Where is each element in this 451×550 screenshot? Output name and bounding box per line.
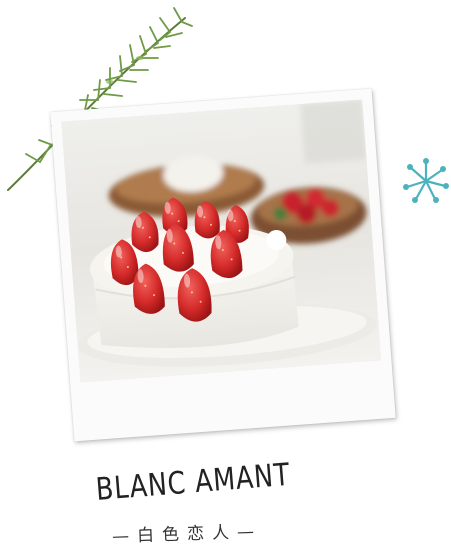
page-canvas: BLANC AMANT —白色恋人— [0, 0, 451, 550]
caption-title: BLANC AMANT [94, 456, 292, 508]
caption-subtitle: —白色恋人— [111, 521, 263, 547]
cake-photo [61, 99, 382, 383]
snowflake-icon [403, 158, 449, 203]
polaroid-frame [50, 88, 396, 442]
cake-photo-image [61, 99, 382, 383]
